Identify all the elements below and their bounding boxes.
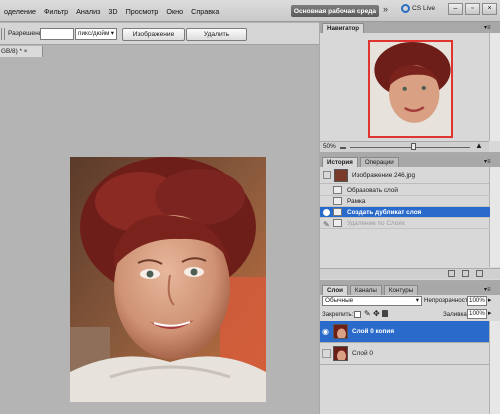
layer-thumbnail-image bbox=[334, 347, 347, 360]
close-button[interactable]: × bbox=[482, 3, 497, 15]
history-step-selected[interactable]: Создать дубликат слоя bbox=[320, 207, 490, 218]
menu-item-window[interactable]: Окно bbox=[162, 7, 187, 16]
tab-navigator[interactable]: Навигатор bbox=[322, 23, 365, 33]
history-step-dimmed[interactable]: ✎ Удаление по Слоях bbox=[320, 218, 490, 229]
tab-actions[interactable]: Операции bbox=[359, 157, 399, 167]
delete-button[interactable]: Удалить bbox=[186, 28, 247, 41]
visibility-toggle[interactable] bbox=[322, 349, 331, 358]
workspace-more-button[interactable]: » bbox=[383, 4, 388, 14]
layer-row[interactable]: Слой 0 bbox=[320, 343, 490, 365]
fill-dropdown-icon[interactable]: ▸ bbox=[488, 309, 492, 317]
eye-icon[interactable]: ◉ bbox=[322, 327, 331, 336]
lock-all-icon[interactable] bbox=[382, 310, 388, 317]
layer-name[interactable]: Слой 0 копия bbox=[352, 328, 394, 335]
lock-label: Закрепить: bbox=[322, 311, 354, 318]
layer-name[interactable]: Слой 0 bbox=[352, 350, 373, 357]
lock-pixels-icon[interactable]: ✎ bbox=[364, 309, 371, 318]
fill-label: Заливка: bbox=[443, 311, 469, 318]
blend-mode-value: Обычные bbox=[325, 297, 354, 304]
new-document-from-state-icon[interactable] bbox=[448, 270, 455, 277]
window-controls: – ▫ × bbox=[448, 3, 497, 15]
menu-item-view[interactable]: Просмотр bbox=[122, 7, 163, 16]
layers-scrollbar[interactable] bbox=[489, 321, 500, 414]
menu-item-3d[interactable]: 3D bbox=[104, 7, 121, 16]
chevron-down-icon: ▾ bbox=[415, 297, 419, 304]
history-panel-menu-icon[interactable]: ▾≡ bbox=[484, 158, 491, 165]
history-snapshot-row[interactable]: Изображение 246.jpg bbox=[320, 168, 489, 184]
opacity-input[interactable]: 100% bbox=[467, 296, 487, 306]
zoom-slider-track[interactable] bbox=[350, 147, 470, 148]
portrait-photo bbox=[70, 157, 266, 402]
cs-live-label: CS Live bbox=[412, 5, 436, 12]
cs-live-icon bbox=[401, 4, 410, 13]
document-tab[interactable]: GB/8) * × bbox=[0, 46, 43, 57]
document-tab-close-icon[interactable]: × bbox=[24, 48, 28, 55]
history-step-icon bbox=[333, 197, 342, 205]
history-step-icon bbox=[333, 208, 342, 216]
options-bar-grip[interactable] bbox=[1, 28, 5, 40]
resolution-units-select[interactable]: пикс/дюйм ▾ bbox=[75, 28, 117, 40]
fill-input[interactable]: 100% bbox=[467, 309, 487, 319]
snapshot-source-checkbox[interactable] bbox=[323, 171, 331, 179]
layers-tabrow: Слои Каналы Контуры bbox=[320, 284, 500, 295]
history-step-label: Образовать слой bbox=[347, 187, 398, 194]
document-tab-label: GB/8) * bbox=[1, 48, 24, 55]
menu-item-help[interactable]: Справка bbox=[187, 7, 223, 16]
layer-thumbnail bbox=[333, 346, 348, 361]
menu-item-filter[interactable]: Фильтр bbox=[40, 7, 72, 16]
trash-icon[interactable] bbox=[476, 270, 483, 277]
navigator-zoom-value[interactable]: 50% bbox=[323, 143, 336, 150]
history-scrollbar[interactable] bbox=[489, 167, 500, 267]
opacity-label: Непрозрачность: bbox=[424, 297, 473, 304]
zoom-slider-thumb[interactable] bbox=[411, 143, 416, 150]
menu-item-analysis[interactable]: Анализ bbox=[72, 7, 104, 16]
history-step-label: Рамка bbox=[347, 198, 366, 205]
restore-button[interactable]: ▫ bbox=[465, 3, 480, 15]
history-brush-icon: ✎ bbox=[323, 220, 330, 229]
minimize-button[interactable]: – bbox=[448, 3, 463, 15]
workspace-switcher-button[interactable]: Основная рабочая среда bbox=[291, 5, 379, 17]
zoom-out-icon[interactable] bbox=[340, 144, 346, 149]
navigator-scrollbar[interactable] bbox=[489, 33, 500, 141]
new-snapshot-icon[interactable] bbox=[462, 270, 469, 277]
history-step-icon bbox=[333, 186, 342, 194]
layers-panel-menu-icon[interactable]: ▾≡ bbox=[484, 286, 491, 293]
menu-items: оделение Фильтр Анализ 3D Просмотр Окно … bbox=[0, 0, 223, 22]
image-button[interactable]: Изображение bbox=[122, 28, 185, 41]
resolution-units-value: пикс/дюйм bbox=[78, 30, 110, 37]
panel-menu-icon[interactable]: ▾≡ bbox=[484, 24, 491, 31]
history-step-label: Удаление по Слоях bbox=[347, 220, 405, 227]
navigator-preview bbox=[370, 42, 451, 136]
navigator-thumbnail[interactable] bbox=[368, 40, 453, 138]
tab-layers[interactable]: Слои bbox=[322, 285, 348, 295]
cs-live-button[interactable]: CS Live bbox=[401, 4, 435, 13]
canvas-image[interactable] bbox=[70, 157, 266, 402]
layer-row-selected[interactable]: ◉ Слой 0 копия bbox=[320, 321, 490, 343]
zoom-in-icon[interactable]: ▲ bbox=[475, 142, 483, 150]
lock-position-icon[interactable]: ✥ bbox=[373, 309, 380, 318]
tab-history[interactable]: История bbox=[322, 157, 358, 167]
layer-thumbnail-image bbox=[334, 325, 347, 338]
history-footer bbox=[320, 268, 500, 279]
history-brush-source-icon[interactable] bbox=[323, 209, 330, 216]
snapshot-thumbnail bbox=[334, 169, 348, 182]
tab-channels[interactable]: Каналы bbox=[349, 285, 382, 295]
navigator-tabrow: Навигатор bbox=[320, 22, 500, 33]
history-step[interactable]: Рамка bbox=[320, 196, 490, 207]
history-step[interactable]: Образовать слой bbox=[320, 185, 490, 196]
snapshot-label: Изображение 246.jpg bbox=[352, 172, 415, 179]
chevron-down-icon: ▾ bbox=[110, 30, 114, 37]
history-step-icon bbox=[333, 219, 342, 227]
resolution-input[interactable] bbox=[40, 28, 74, 40]
blend-mode-select[interactable]: Обычные ▾ bbox=[322, 296, 422, 306]
tab-paths[interactable]: Контуры bbox=[383, 285, 419, 295]
menu-item-selection[interactable]: оделение bbox=[0, 7, 40, 16]
layer-thumbnail bbox=[333, 324, 348, 339]
opacity-dropdown-icon[interactable]: ▸ bbox=[488, 296, 492, 304]
history-tabrow: История Операции bbox=[320, 156, 500, 167]
lock-transparency-icon[interactable] bbox=[354, 311, 361, 318]
history-step-label: Создать дубликат слоя bbox=[347, 209, 422, 216]
